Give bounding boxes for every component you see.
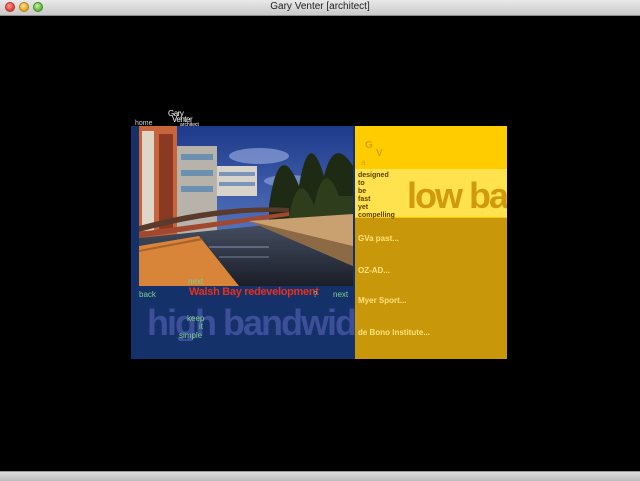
window-bottom-bar: [0, 471, 640, 481]
next-image-link[interactable]: next: [188, 277, 203, 286]
tagline-word: compelling: [358, 212, 395, 219]
window-title: Gary Venter [architect]: [270, 1, 370, 12]
help-link[interactable]: ?: [313, 290, 317, 299]
tagline-word: yet: [358, 204, 369, 211]
back-link[interactable]: back: [139, 290, 156, 299]
menu-item-myer-sport[interactable]: Myer Sport...: [358, 296, 406, 305]
motto-word-simple: simple: [179, 331, 203, 340]
low-bandwidth-heading[interactable]: low bandwidth: [407, 178, 507, 214]
low-bandwidth-panel: G V a low bandwidth designed to be fast …: [355, 126, 507, 359]
tagline: designed to be fast yet compelling: [358, 172, 395, 220]
tagline-word: fast: [358, 196, 371, 203]
tagline-word: to: [358, 180, 365, 187]
menu-item-de-bono-institute[interactable]: de Bono Institute...: [358, 328, 430, 337]
menu-item-gva-past[interactable]: GVa past...: [358, 234, 399, 243]
menu-item-oz-ad[interactable]: OZ-AD...: [358, 266, 390, 275]
window-title-bar: Gary Venter [architect]: [0, 0, 640, 16]
next-link[interactable]: next: [333, 290, 348, 299]
monogram-a: a: [361, 158, 366, 167]
motto-word-it: it: [199, 322, 203, 331]
flash-stage: home Gary Venter architect back next Wal…: [0, 16, 640, 472]
monogram-g: G: [365, 140, 373, 151]
project-title: Walsh Bay redevelopment: [189, 286, 319, 298]
tagline-word: be: [358, 188, 367, 195]
walsh-bay-photo: [139, 126, 353, 286]
tagline-word: designed: [358, 172, 389, 179]
monogram-v: V: [376, 148, 383, 159]
high-bandwidth-panel: back next Walsh Bay redevelopment ? next…: [131, 126, 355, 359]
